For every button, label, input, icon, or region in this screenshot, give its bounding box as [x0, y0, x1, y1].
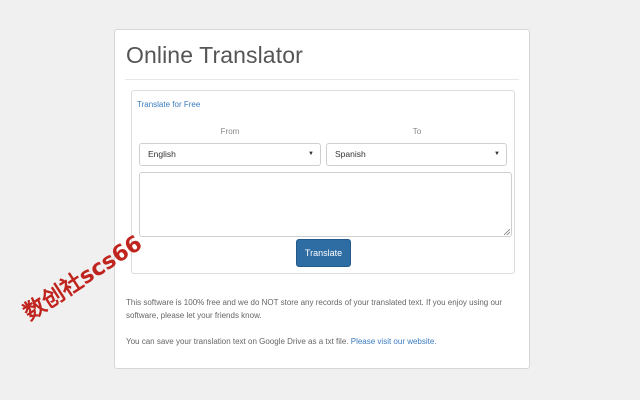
caret-down-icon: ▼: [494, 151, 500, 157]
translate-panel: Translate for Free From To English ▼ Spa…: [131, 90, 515, 274]
resize-grip-icon[interactable]: [504, 229, 510, 235]
to-label: To: [412, 127, 422, 136]
translate-button[interactable]: Translate: [296, 239, 351, 267]
source-language-select[interactable]: English ▼: [139, 143, 321, 166]
caret-down-icon: ▼: [308, 151, 314, 157]
translator-card: Online Translator Translate for Free Fro…: [114, 29, 530, 369]
info-paragraph-2: You can save your translation text on Go…: [126, 335, 516, 348]
target-language-value: Spanish: [335, 149, 366, 159]
source-text-input[interactable]: [139, 172, 512, 237]
source-language-value: English: [148, 149, 176, 159]
from-label: From: [220, 127, 240, 136]
title-divider: [125, 79, 519, 80]
info-paragraph-2-text: You can save your translation text on Go…: [126, 337, 349, 346]
page-title: Online Translator: [126, 42, 303, 68]
target-language-select[interactable]: Spanish ▼: [326, 143, 507, 166]
translate-for-free-link[interactable]: Translate for Free: [137, 100, 200, 109]
info-paragraph-1: This software is 100% free and we do NOT…: [126, 298, 503, 320]
visit-website-link[interactable]: Please visit our website.: [351, 337, 437, 346]
